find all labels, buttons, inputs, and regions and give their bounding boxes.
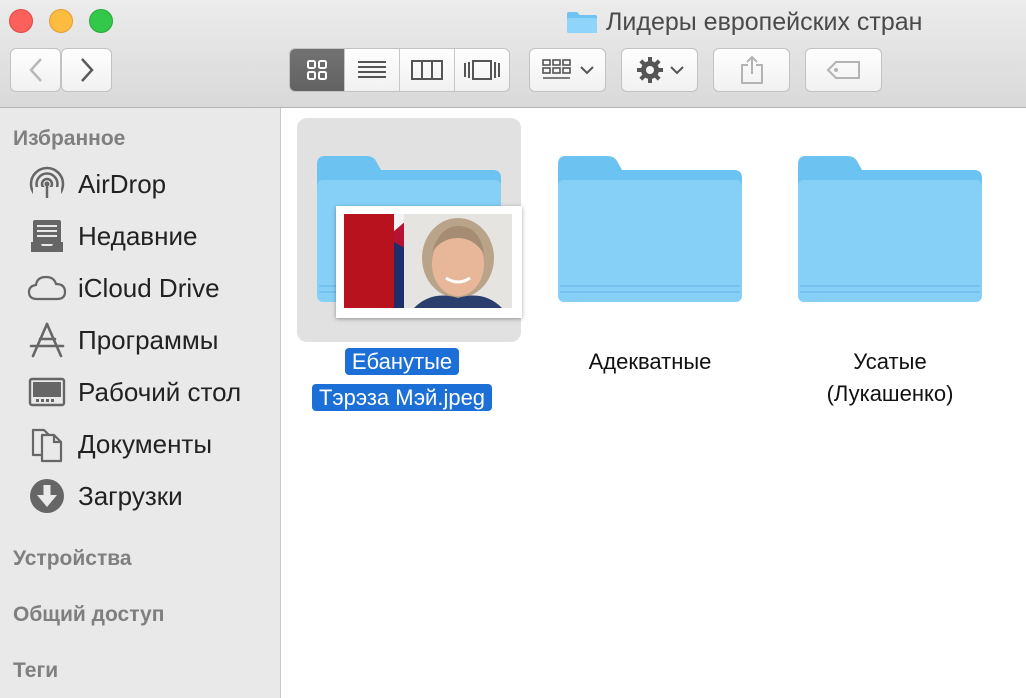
file-item-ebanutye[interactable]: Ебанутые Тэрэза Мэй.jpeg: [282, 108, 522, 428]
zoom-window-button[interactable]: [89, 9, 113, 33]
photo-image: [344, 214, 512, 308]
toolbar: Лидеры европейских стран: [0, 0, 1026, 108]
folder-icon: [798, 156, 982, 302]
close-window-button[interactable]: [9, 9, 33, 33]
columns-icon: [411, 60, 443, 80]
recents-icon: [26, 215, 68, 257]
finder-window: Лидеры европейских стран Избранное AirDr…: [0, 0, 1026, 698]
folder-name: Адекватные: [588, 349, 712, 374]
sidebar-item-applications[interactable]: Программы: [26, 319, 218, 361]
sidebar-item-icloud-drive[interactable]: iCloud Drive: [26, 267, 220, 309]
gear-icon: [636, 57, 663, 83]
sidebar-label-documents: Документы: [78, 428, 213, 459]
tags-button[interactable]: [805, 48, 882, 92]
sidebar-label-recents: Недавние: [78, 220, 198, 251]
applications-icon: [26, 319, 68, 361]
tag-icon: [826, 61, 860, 79]
cover-flow-view-button[interactable]: [454, 49, 509, 91]
window-title-text: Лидеры европейских стран: [606, 7, 923, 36]
share-icon: [740, 55, 763, 84]
airdrop-icon: [26, 163, 68, 205]
window-title: Лидеры европейских стран: [566, 6, 923, 38]
file-name-line1: Ебанутые: [344, 348, 460, 375]
file-name: Тэрэза Мэй.jpeg: [282, 382, 522, 414]
sidebar-label-icloud-drive: iCloud Drive: [78, 272, 220, 303]
cover-flow-icon: [464, 60, 500, 80]
arrange-button[interactable]: [529, 48, 606, 92]
desktop-icon: [26, 371, 68, 413]
sidebar-item-downloads[interactable]: Загрузки: [26, 475, 183, 517]
view-mode-control: [289, 48, 510, 92]
icon-view-button[interactable]: [290, 49, 344, 91]
documents-icon: [26, 423, 68, 465]
sidebar-section-devices[interactable]: Устройства: [13, 547, 132, 571]
file-browser-area: Ебанутые Тэрэза Мэй.jpeg Адекватные Усат…: [282, 108, 1026, 698]
folder-name-line1: Усатые: [853, 349, 927, 374]
sidebar-section-shared[interactable]: Общий доступ: [13, 603, 164, 627]
sidebar-item-recents[interactable]: Недавние: [26, 215, 197, 257]
file-name-line2: Тэрэза Мэй.jpeg: [311, 384, 493, 411]
list-icon: [358, 61, 386, 78]
chevron-down-icon: [579, 66, 594, 75]
sidebar-label-desktop: Рабочий стол: [78, 376, 242, 407]
sidebar-label-applications: Программы: [78, 324, 219, 355]
list-view-button[interactable]: [344, 49, 399, 91]
folder-icon: [558, 156, 742, 302]
arrange-grid-icon: [541, 59, 571, 79]
folder-icon: [567, 12, 597, 33]
folder-item-usatye[interactable]: Усатые (Лукашенко): [770, 108, 1010, 428]
sidebar-label-downloads: Загрузки: [78, 480, 183, 511]
folder-item-adekvatnye[interactable]: Адекватные: [530, 108, 770, 428]
chevron-down-icon: [669, 66, 684, 75]
sidebar-section-favorites: Избранное: [13, 127, 126, 150]
column-view-button[interactable]: [399, 49, 454, 91]
sidebar-item-airdrop[interactable]: AirDrop: [26, 163, 166, 205]
downloads-icon: [26, 475, 68, 517]
chevron-left-icon: [28, 58, 42, 82]
sidebar-item-desktop[interactable]: Рабочий стол: [26, 371, 241, 413]
action-button[interactable]: [621, 48, 698, 92]
photo-thumbnail: [336, 206, 522, 318]
forward-button[interactable]: [61, 48, 112, 92]
grid-icon: [307, 60, 327, 80]
file-name: Ебанутые: [282, 346, 522, 378]
sidebar-section-tags[interactable]: Теги: [13, 659, 58, 683]
sidebar-item-documents[interactable]: Документы: [26, 423, 212, 465]
folder-name-line2: (Лукашенко): [826, 381, 954, 406]
share-button[interactable]: [713, 48, 790, 92]
minimize-window-button[interactable]: [49, 9, 73, 33]
back-button[interactable]: [10, 48, 61, 92]
chevron-right-icon: [80, 58, 94, 82]
sidebar-label-airdrop: AirDrop: [78, 168, 167, 199]
sidebar: Избранное AirDrop Недавние iCloud Drive …: [0, 108, 281, 698]
cloud-icon: [26, 267, 68, 309]
